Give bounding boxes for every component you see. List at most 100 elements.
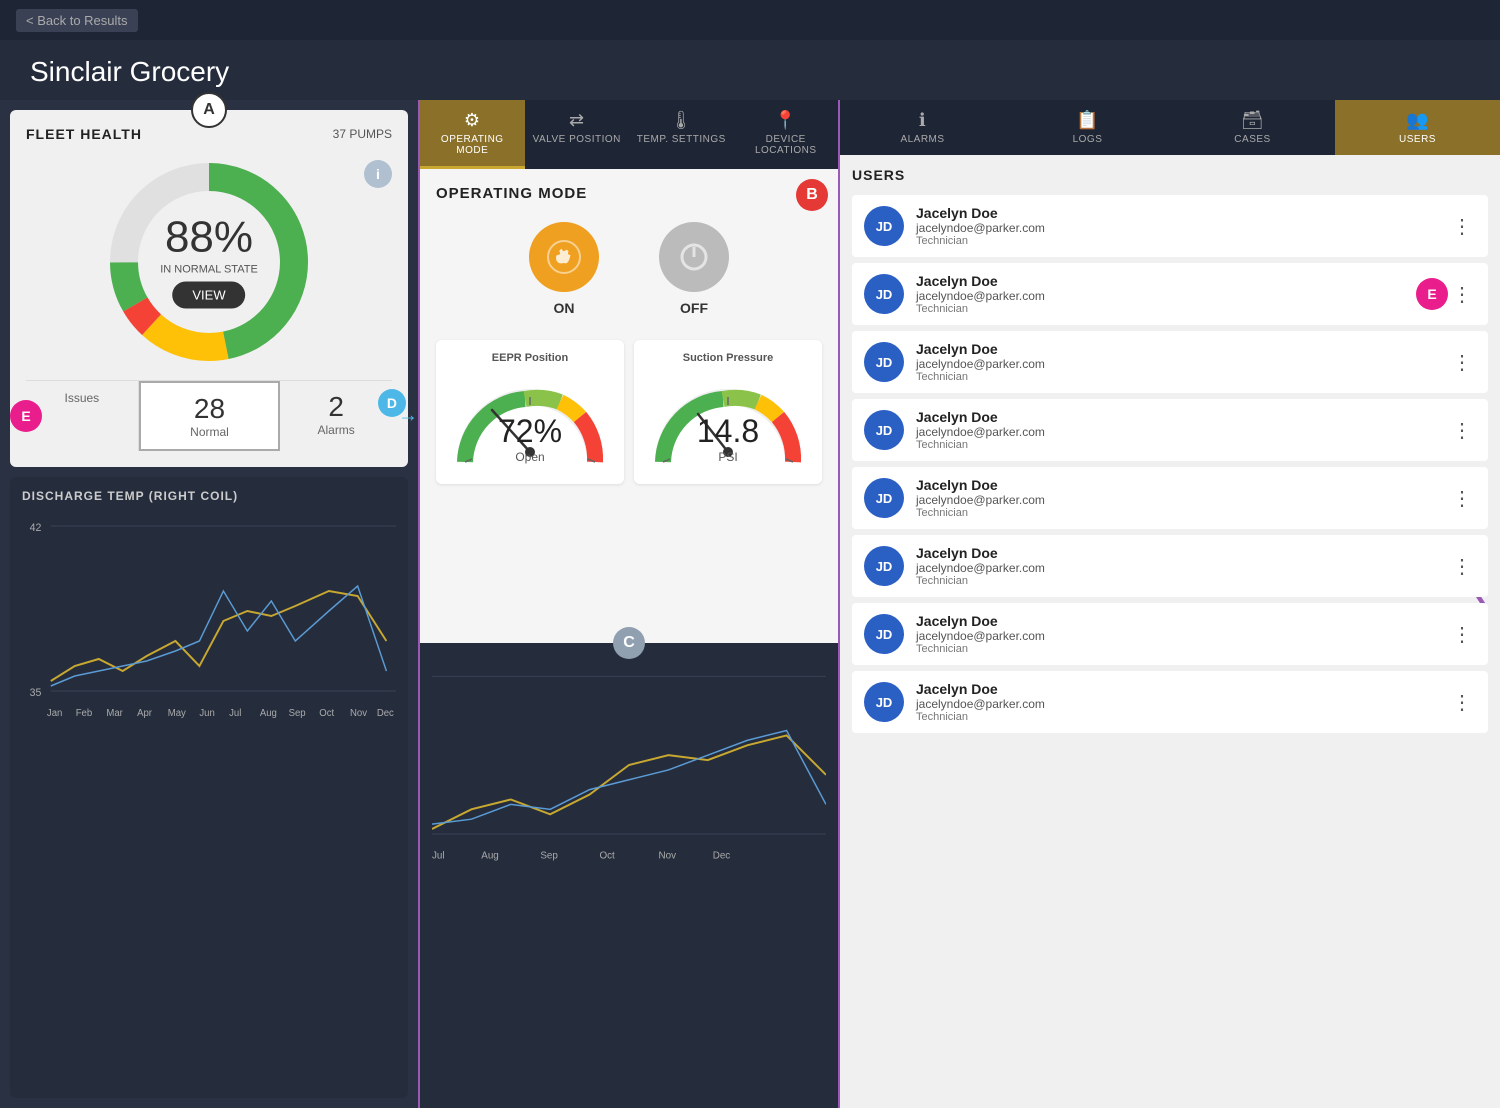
- user-menu-button[interactable]: ⋮: [1448, 418, 1476, 443]
- badge-a: A: [191, 92, 227, 128]
- svg-text:35: 35: [30, 687, 42, 699]
- mode-on-button[interactable]: ON: [529, 222, 599, 316]
- user-item: JD Jacelyn Doe jacelyndoe@parker.com Tec…: [852, 671, 1488, 733]
- user-name: Jacelyn Doe: [916, 409, 1448, 425]
- user-item: JD Jacelyn Doe jacelyndoe@parker.com Tec…: [852, 263, 1488, 325]
- user-role: Technician: [916, 371, 1448, 383]
- suction-title: Suction Pressure: [646, 352, 810, 364]
- logs-icon: 📋: [1011, 110, 1164, 131]
- user-menu-button[interactable]: ⋮: [1448, 282, 1476, 307]
- mode-buttons: ON OFF: [436, 222, 822, 316]
- user-info: Jacelyn Doe jacelyndoe@parker.com Techni…: [916, 273, 1448, 315]
- svg-text:Sep: Sep: [540, 850, 558, 861]
- user-menu-button[interactable]: ⋮: [1448, 622, 1476, 647]
- svg-text:Nov: Nov: [350, 708, 367, 719]
- fleet-health-card: A FLEET HEALTH 37 PUMPS i: [10, 110, 408, 467]
- tab-alarms[interactable]: ℹ ALARMS: [840, 100, 1005, 155]
- user-name: Jacelyn Doe: [916, 613, 1448, 629]
- user-email: jacelyndoe@parker.com: [916, 561, 1448, 575]
- svg-text:Apr: Apr: [137, 708, 153, 719]
- user-menu-button[interactable]: ⋮: [1448, 350, 1476, 375]
- svg-text:Aug: Aug: [260, 708, 277, 719]
- user-item: JD Jacelyn Doe jacelyndoe@parker.com Tec…: [852, 331, 1488, 393]
- donut-state-label: IN NORMAL STATE: [160, 264, 258, 276]
- svg-text:Mar: Mar: [106, 708, 123, 719]
- user-avatar: JD: [864, 478, 904, 518]
- user-email: jacelyndoe@parker.com: [916, 289, 1448, 303]
- user-info: Jacelyn Doe jacelyndoe@parker.com Techni…: [916, 613, 1448, 655]
- user-item: JD Jacelyn Doe jacelyndoe@parker.com Tec…: [852, 399, 1488, 461]
- user-role: Technician: [916, 303, 1448, 315]
- user-avatar: JD: [864, 614, 904, 654]
- users-content: USERS JD Jacelyn Doe jacelyndoe@parker.c…: [840, 155, 1500, 1108]
- user-info: Jacelyn Doe jacelyndoe@parker.com Techni…: [916, 681, 1448, 723]
- info-icon[interactable]: i: [364, 160, 392, 188]
- user-item: JD Jacelyn Doe jacelyndoe@parker.com Tec…: [852, 467, 1488, 529]
- user-menu-button[interactable]: ⋮: [1448, 486, 1476, 511]
- svg-text:Oct: Oct: [319, 708, 334, 719]
- back-button[interactable]: < Back to Results: [16, 9, 138, 32]
- left-panel: A FLEET HEALTH 37 PUMPS i: [0, 100, 420, 1108]
- tab-logs[interactable]: 📋 LOGS: [1005, 100, 1170, 155]
- eepr-value: 72%: [498, 413, 562, 450]
- badge-b: B: [796, 179, 828, 211]
- user-avatar: JD: [864, 342, 904, 382]
- tab-temp-settings[interactable]: 🌡 TEMP. SETTINGS: [629, 100, 734, 169]
- main-content: A FLEET HEALTH 37 PUMPS i: [0, 100, 1500, 1108]
- off-icon: [659, 222, 729, 292]
- user-role: Technician: [916, 235, 1448, 247]
- fleet-header: FLEET HEALTH 37 PUMPS: [26, 126, 392, 142]
- user-avatar: JD: [864, 410, 904, 450]
- svg-text:Dec: Dec: [713, 850, 731, 861]
- discharge-chart-title: DISCHARGE TEMP (RIGHT COIL): [22, 489, 396, 503]
- tab-users[interactable]: 👥 USERS: [1335, 100, 1500, 155]
- cases-icon: 🗃: [1176, 110, 1329, 131]
- svg-text:Jun: Jun: [199, 708, 214, 719]
- valve-icon: ⇄: [531, 110, 624, 131]
- user-email: jacelyndoe@parker.com: [916, 425, 1448, 439]
- view-button[interactable]: VIEW: [172, 282, 245, 309]
- user-email: jacelyndoe@parker.com: [916, 697, 1448, 711]
- on-icon: [529, 222, 599, 292]
- user-name: Jacelyn Doe: [916, 477, 1448, 493]
- user-name: Jacelyn Doe: [916, 341, 1448, 357]
- suction-value: 14.8: [697, 413, 759, 450]
- svg-text:Dec: Dec: [377, 708, 394, 719]
- operating-mode-title: OPERATING MODE: [436, 185, 822, 202]
- badge-c: C: [613, 627, 645, 659]
- badge-d: D: [378, 389, 406, 417]
- tab-valve-position[interactable]: ⇄ VALVE POSITION: [525, 100, 630, 169]
- fleet-pumps: 37 PUMPS: [333, 127, 392, 141]
- badge-e-left: E: [10, 400, 42, 432]
- tab-cases[interactable]: 🗃 CASES: [1170, 100, 1335, 155]
- user-role: Technician: [916, 507, 1448, 519]
- tab-device-locations[interactable]: 📍 DEVICE LOCATIONS: [734, 100, 839, 169]
- svg-text:Jul: Jul: [229, 708, 241, 719]
- user-menu-button[interactable]: ⋮: [1448, 214, 1476, 239]
- user-role: Technician: [916, 439, 1448, 451]
- user-info: Jacelyn Doe jacelyndoe@parker.com Techni…: [916, 545, 1448, 587]
- gauges-row: EEPR Position: [436, 340, 822, 484]
- fleet-title: FLEET HEALTH: [26, 126, 142, 142]
- svg-text:May: May: [168, 708, 186, 719]
- tab-operating-mode[interactable]: ⚙ OPERATING MODE: [420, 100, 525, 169]
- user-item: JD Jacelyn Doe jacelyndoe@parker.com Tec…: [852, 535, 1488, 597]
- user-menu-button[interactable]: ⋮: [1448, 690, 1476, 715]
- user-info: Jacelyn Doe jacelyndoe@parker.com Techni…: [916, 477, 1448, 519]
- user-menu-button[interactable]: ⋮: [1448, 554, 1476, 579]
- middle-tabs: ⚙ OPERATING MODE ⇄ VALVE POSITION 🌡 TEMP…: [420, 100, 838, 169]
- gear-icon: ⚙: [426, 110, 519, 131]
- mode-off-button[interactable]: OFF: [659, 222, 729, 316]
- svg-text:Jul: Jul: [432, 850, 445, 861]
- user-email: jacelyndoe@parker.com: [916, 629, 1448, 643]
- donut-percent: 88%: [160, 216, 258, 260]
- suction-gauge: Suction Pressure: [634, 340, 822, 484]
- right-tabs: ℹ ALARMS 📋 LOGS 🗃 CASES 👥 USERS: [840, 100, 1500, 155]
- stat-alarms-label: Alarms: [284, 423, 388, 437]
- donut-chart: 88% IN NORMAL STATE VIEW: [99, 152, 319, 372]
- suction-unit: PSI: [697, 450, 759, 464]
- user-name: Jacelyn Doe: [916, 681, 1448, 697]
- user-role: Technician: [916, 575, 1448, 587]
- stat-normal: 28 Normal: [139, 381, 281, 451]
- user-item: JD Jacelyn Doe jacelyndoe@parker.com Tec…: [852, 603, 1488, 665]
